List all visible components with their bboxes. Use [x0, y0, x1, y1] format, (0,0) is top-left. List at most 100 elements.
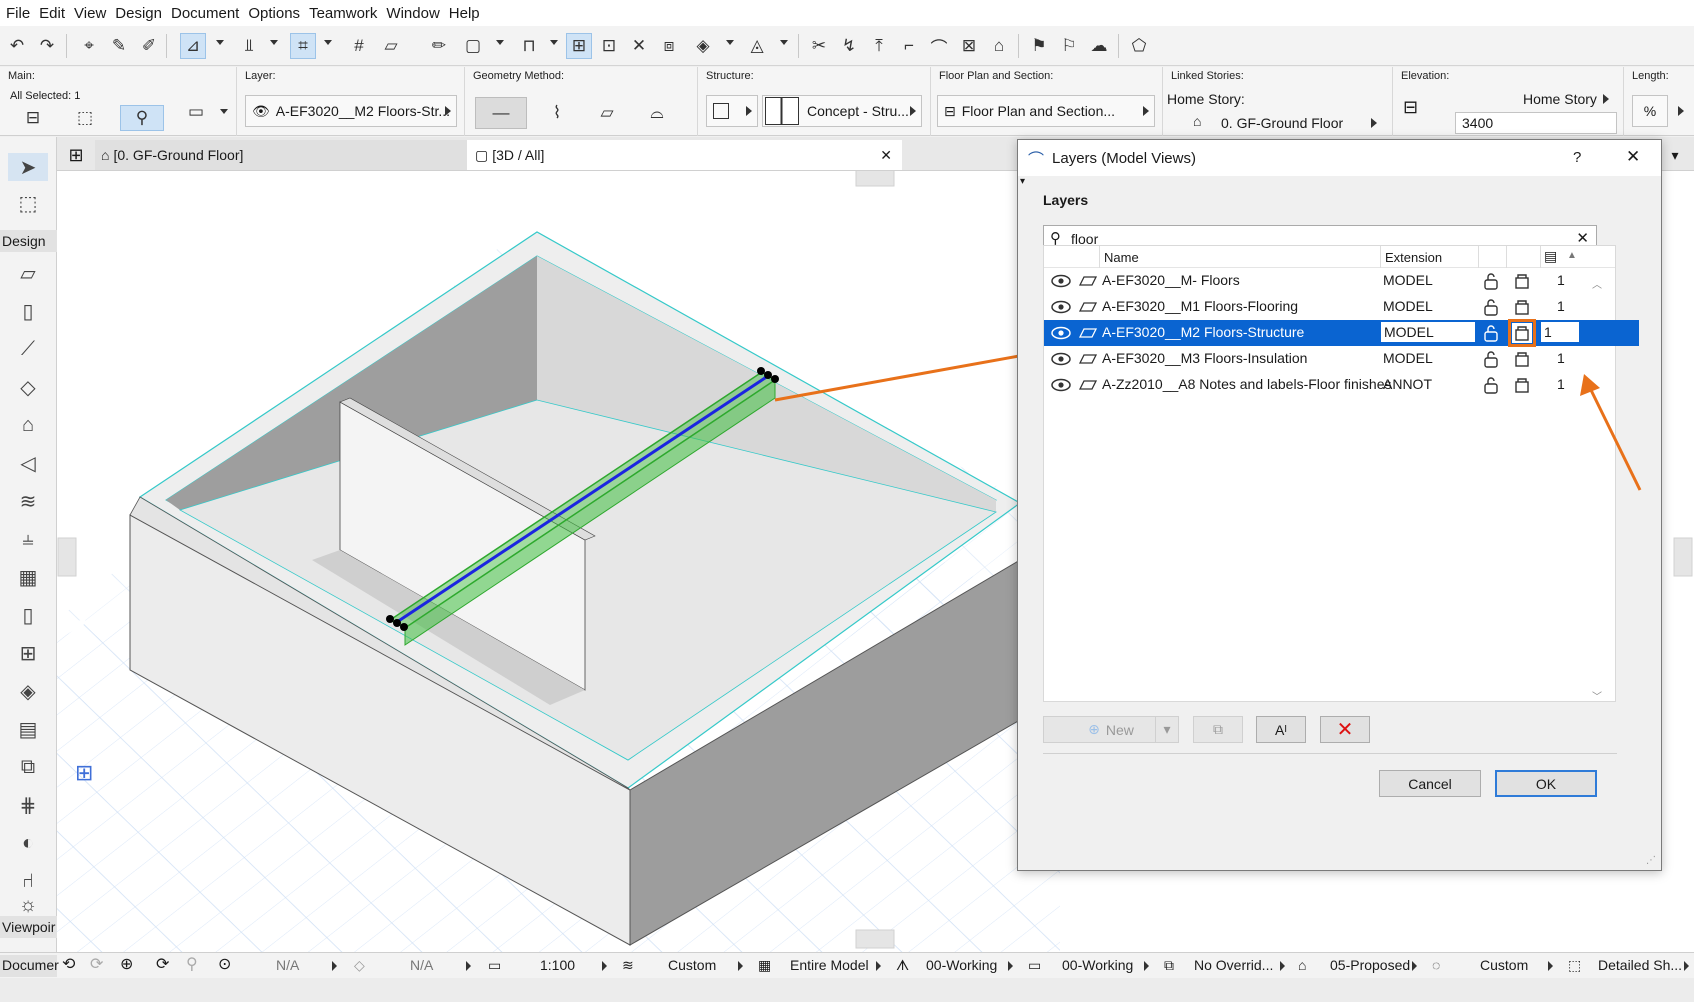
grid-icon[interactable]: # — [346, 33, 372, 59]
solid-model-icon[interactable] — [1512, 375, 1532, 395]
floorplan-selector[interactable]: ⊟ Floor Plan and Section... — [937, 95, 1155, 127]
scroll-down-icon[interactable]: ﹀ — [1592, 688, 1602, 703]
walk-icon[interactable]: ⚲ — [186, 954, 198, 974]
menu-help[interactable]: Help — [449, 5, 489, 22]
intersection-group[interactable]: 1 — [1557, 350, 1565, 366]
help-button[interactable]: ? — [1573, 149, 1581, 166]
override-value[interactable]: No Overrid... — [1194, 957, 1273, 973]
layer-extension[interactable]: ANNOT — [1383, 376, 1432, 392]
dropdown-arrow-icon[interactable] — [550, 40, 558, 45]
lock-icon[interactable] — [1481, 349, 1501, 369]
coordinates-icon[interactable]: ⌗ — [290, 33, 316, 59]
structure-display-value[interactable]: Custom — [1480, 957, 1528, 973]
rotation-value[interactable]: N/A — [276, 957, 299, 973]
document-group-label[interactable]: Documer — [0, 955, 59, 977]
marquee-tool-icon[interactable]: ⬚ — [14, 189, 42, 217]
layer-row[interactable]: A-EF3020__M2 Floors-Structure MODEL 1 — [1044, 319, 1639, 347]
chair-tool-icon[interactable]: ⑁ — [14, 867, 42, 895]
beam-hotspot[interactable] — [400, 623, 408, 631]
dropdown-arrow-icon[interactable] — [270, 40, 278, 45]
side-handle-left[interactable] — [57, 537, 77, 577]
selection-icon[interactable]: ⊟ — [20, 105, 46, 131]
chevron-right-icon[interactable] — [332, 961, 337, 971]
lock-icon[interactable] — [1481, 375, 1501, 395]
dimension-icon[interactable]: ⊡ — [596, 33, 622, 59]
layer-row[interactable]: A-EF3020__M- Floors MODEL 1 — [1044, 268, 1639, 294]
menu-edit[interactable]: Edit — [39, 5, 74, 22]
cube-icon[interactable]: ◈ — [690, 33, 716, 59]
layer-row[interactable]: A-EF3020__M1 Floors-Flooring MODEL 1 — [1044, 294, 1639, 320]
curtain-wall-tool-icon[interactable]: ▦ — [14, 563, 42, 591]
elevation-input[interactable]: 3400 — [1455, 112, 1617, 134]
menu-view[interactable]: View — [74, 5, 115, 22]
tab-floor-plan[interactable]: ⌂ [0. GF-Ground Floor] — [95, 140, 525, 170]
intersection-group[interactable]: 1 — [1557, 272, 1565, 288]
eye-icon[interactable] — [1051, 274, 1071, 288]
percent-icon[interactable]: % — [1632, 95, 1668, 127]
cancel-button[interactable]: Cancel — [1379, 770, 1481, 797]
eye-icon[interactable] — [1051, 326, 1071, 340]
corner-icon[interactable]: ⌐ — [896, 33, 922, 59]
chevron-right-icon[interactable] — [1144, 961, 1149, 971]
beam-tool-icon[interactable]: ⟋ — [14, 335, 42, 363]
layer-extension[interactable]: MODEL — [1380, 321, 1476, 343]
top-handle[interactable] — [855, 171, 895, 187]
scale-value[interactable]: 1:100 — [540, 957, 575, 973]
layer-extension[interactable]: MODEL — [1383, 350, 1433, 366]
scissors-icon[interactable]: ✂ — [806, 33, 832, 59]
eye-icon[interactable] — [1051, 352, 1071, 366]
chevron-right-icon[interactable] — [1280, 961, 1285, 971]
chevron-right-icon[interactable] — [1548, 961, 1553, 971]
pen-icon[interactable]: ✏ — [426, 33, 452, 59]
roof-icon[interactable]: ⌂ — [986, 33, 1012, 59]
shell-tool-icon[interactable]: ◁ — [14, 449, 42, 477]
solid-model-icon[interactable] — [1508, 319, 1536, 347]
beam-hotspot[interactable] — [771, 375, 779, 383]
chevron-right-icon[interactable] — [1684, 961, 1689, 971]
railing-tool-icon[interactable]: ⫨ — [14, 525, 42, 553]
structure-selector[interactable]: Concept - Stru... — [762, 95, 922, 127]
basic-structure-button[interactable] — [706, 95, 758, 127]
beam-hotspot[interactable] — [386, 615, 394, 623]
layer-settings-icon[interactable]: ⧉ — [1193, 716, 1243, 743]
tab-list-icon[interactable]: ▾ — [1665, 140, 1685, 170]
bottom-handle[interactable] — [855, 929, 895, 949]
rotated-geometry-icon[interactable]: ▱ — [587, 100, 627, 126]
fillet-icon[interactable]: ⌒ — [926, 33, 952, 59]
chevron-right-icon[interactable] — [1008, 961, 1013, 971]
model-view-value[interactable]: Entire Model — [790, 957, 869, 973]
column-header-extension[interactable]: Extension — [1385, 250, 1442, 265]
slab-tool-icon[interactable]: ◇ — [14, 373, 42, 401]
dropdown-arrow-icon[interactable] — [216, 40, 224, 45]
snap-icon[interactable]: ⫫ — [236, 33, 262, 59]
tab-overview-icon[interactable]: ⊞ — [63, 140, 89, 170]
group-icon[interactable]: ⧈ — [656, 33, 682, 59]
chevron-right-icon[interactable] — [1603, 94, 1609, 104]
menu-teamwork[interactable]: Teamwork — [309, 5, 386, 22]
lock-icon[interactable] — [1481, 297, 1501, 317]
chevron-right-icon[interactable] — [876, 961, 881, 971]
eye-icon[interactable] — [1051, 378, 1071, 392]
beam-hotspot[interactable] — [757, 367, 765, 375]
lock-icon[interactable] — [1481, 271, 1501, 291]
layer-name[interactable]: A-EF3020__M- Floors — [1102, 272, 1240, 288]
solid-model-icon[interactable] — [1512, 297, 1532, 317]
arrow-tool-icon[interactable]: ➤ — [8, 153, 48, 181]
solid-model-icon[interactable] — [1512, 349, 1532, 369]
chevron-right-icon[interactable] — [602, 961, 607, 971]
elevation-reference[interactable]: Home Story — [1523, 91, 1597, 107]
renovation-value[interactable]: 05-Proposed — [1330, 957, 1410, 973]
redo-icon[interactable]: ↷ — [34, 33, 60, 59]
trace-icon[interactable]: ⊞ — [566, 33, 592, 59]
find-select-icon[interactable]: ⌖ — [76, 33, 102, 59]
elevate-icon[interactable]: ⤒ — [866, 33, 892, 59]
layer-row[interactable]: A-Zz2010__A8 Notes and labels-Floor fini… — [1044, 372, 1639, 398]
plane-icon[interactable]: ▱ — [378, 33, 404, 59]
home-story-value[interactable]: 0. GF-Ground Floor — [1221, 115, 1343, 131]
dimension-value[interactable]: 00-Working — [1062, 957, 1133, 973]
dropdown-arrow-icon[interactable] — [324, 40, 332, 45]
gravity-icon[interactable]: ⊿ — [180, 33, 206, 59]
dropdown-arrow-icon[interactable] — [496, 40, 504, 45]
lamp-tool-icon[interactable]: ☼ — [14, 897, 42, 913]
shape-icon[interactable]: ◬ — [744, 33, 770, 59]
